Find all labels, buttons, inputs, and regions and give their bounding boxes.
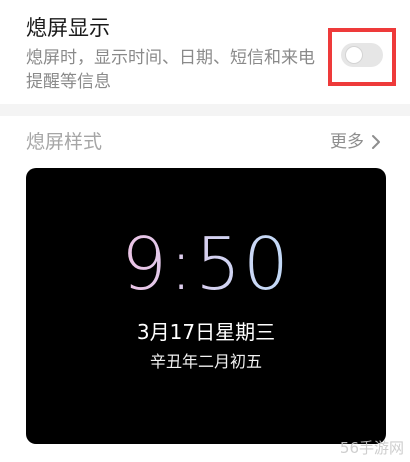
aod-style-preview-card[interactable]: 9:50 3月17日星期三 辛丑年二月初五 <box>26 168 386 444</box>
preview-date: 3月17日星期三 <box>136 320 276 344</box>
section-divider <box>0 104 410 116</box>
aod-setting-title: 熄屏显示 <box>26 16 110 40</box>
toggle-knob <box>345 46 363 64</box>
site-watermark: 56手游网 <box>339 439 404 457</box>
preview-lunar-date: 辛丑年二月初五 <box>149 352 262 371</box>
more-label: 更多 <box>330 132 364 152</box>
chevron-right-icon <box>372 135 380 149</box>
aod-setting-row[interactable]: 熄屏显示 熄屏时，显示时间、日期、短信和来电提醒等信息 <box>0 0 410 104</box>
preview-clock-time: 9:50 <box>26 224 386 304</box>
aod-toggle-switch[interactable] <box>341 43 383 67</box>
aod-setting-description: 熄屏时，显示时间、日期、短信和来电提醒等信息 <box>26 48 315 92</box>
aod-style-header: 熄屏样式 <box>26 131 103 153</box>
more-styles-link[interactable]: 更多 <box>330 129 384 155</box>
